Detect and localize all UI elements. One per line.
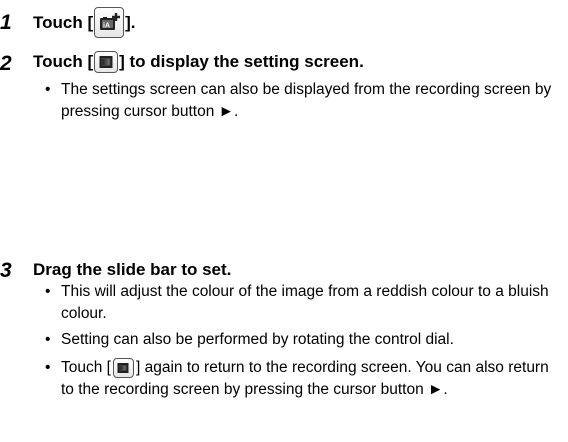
bullet-item: This will adjust the colour of the image… [45,281,560,325]
svg-text:iA: iA [103,23,110,30]
step-3: 3 Drag the slide bar to set. This will a… [0,259,568,442]
white-balance-icon [112,357,134,378]
bullet-list: The settings screen can also be displaye… [45,79,560,123]
step-heading: Touch [ iA ]. [33,7,136,38]
bullet-item: Setting can also be performed by rotatin… [45,329,560,351]
step-heading: Touch [ ] to display the setting screen. [33,51,364,73]
bullet-item: The settings screen can also be displaye… [45,79,560,123]
heading-text: ] to display the setting screen. [119,52,364,71]
step-number: 2 [0,52,12,75]
bullet-item: Touch [] again to return to the recordin… [45,357,560,401]
heading-text: Touch [ [33,52,94,71]
step-1: 1 Touch [ iA ]. [0,7,568,43]
step-2: 2 Touch [ ] to display the setting scree… [0,49,568,129]
white-balance-icon [94,51,119,73]
bullet-list: This will adjust the colour of the image… [45,281,560,401]
step-number: 3 [0,259,12,282]
step-number: 1 [0,11,12,34]
step-heading: Drag the slide bar to set. [33,260,231,280]
heading-text: Drag the slide bar to set. [33,260,232,279]
heading-text: Touch [ [33,12,94,32]
heading-text: ]. [125,12,136,32]
intelligent-auto-icon: iA [94,7,125,38]
